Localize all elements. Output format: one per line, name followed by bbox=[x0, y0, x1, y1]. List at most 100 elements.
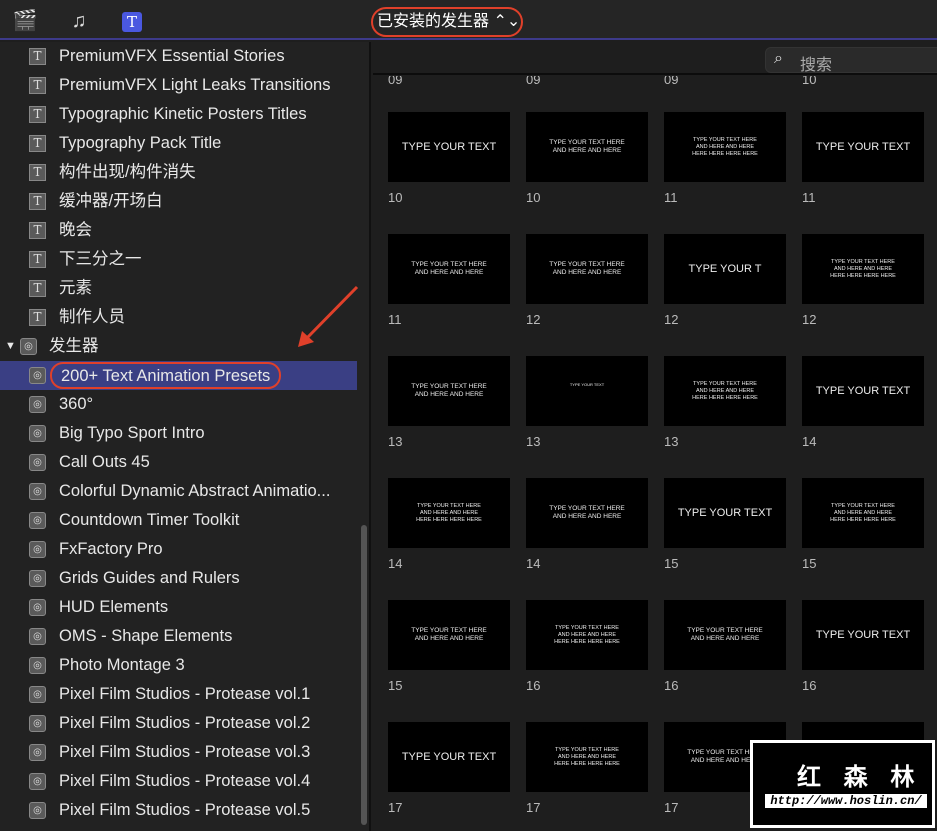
thumbnail-label: 17 bbox=[664, 800, 679, 815]
sidebar-item[interactable]: ◎ Big Typo Sport Intro bbox=[0, 419, 357, 448]
title-icon: T bbox=[29, 135, 46, 152]
sidebar-item-label: Pixel Film Studios - Protease vol.1 bbox=[59, 685, 311, 703]
sidebar-scrollbar[interactable] bbox=[361, 525, 367, 825]
thumbnail-label: 17 bbox=[388, 800, 403, 815]
generator-thumbnail[interactable]: TYPE YOUR TEXT bbox=[526, 356, 648, 426]
generators-dropdown[interactable]: 已安装的发生器 ⌃⌄ bbox=[371, 7, 523, 37]
sidebar-item[interactable]: ◎ Grids Guides and Rulers bbox=[0, 564, 357, 593]
sidebar-item-label: Colorful Dynamic Abstract Animatio... bbox=[59, 482, 331, 500]
sidebar-item[interactable]: ▼ ◎ 发生器 bbox=[0, 332, 357, 361]
sidebar-item[interactable]: T 构件出现/构件消失 bbox=[0, 158, 357, 187]
generator-thumbnail[interactable]: TYPE YOUR TEXT bbox=[664, 478, 786, 548]
sidebar-item-label: 构件出现/构件消失 bbox=[59, 163, 196, 181]
sidebar-item[interactable]: T 晚会 bbox=[0, 216, 357, 245]
generator-thumbnail[interactable]: TYPE YOUR TEXT HERE AND HERE AND HERE HE… bbox=[526, 722, 648, 792]
disclosure-triangle-icon[interactable]: ▼ bbox=[5, 332, 16, 361]
sidebar-item[interactable]: ◎ Pixel Film Studios - Protease vol.1 bbox=[0, 680, 357, 709]
sidebar: T PremiumVFX Essential Stories T PremiumVFX… bbox=[0, 42, 371, 831]
sidebar-item-label: 缓冲器/开场白 bbox=[59, 192, 163, 210]
generator-thumbnail[interactable]: TYPE YOUR TEXT HERE AND HERE AND HERE bbox=[388, 600, 510, 670]
thumbnail-label: 11 bbox=[388, 312, 402, 327]
generator-thumbnail[interactable]: TYPE YOUR TEXT bbox=[802, 356, 924, 426]
generator-thumbnail[interactable]: TYPE YOUR TEXT HERE AND HERE AND HERE bbox=[526, 112, 648, 182]
sidebar-item[interactable]: ◎ OMS - Shape Elements bbox=[0, 622, 357, 651]
sidebar-item-label: Grids Guides and Rulers bbox=[59, 569, 240, 587]
generator-thumbnail[interactable]: TYPE YOUR TEXT HERE AND HERE AND HERE bbox=[388, 234, 510, 304]
generator-thumbnail[interactable]: TYPE YOUR TEXT HERE AND HERE AND HERE HE… bbox=[664, 356, 786, 426]
generator-icon: ◎ bbox=[29, 715, 46, 732]
generator-icon: ◎ bbox=[29, 483, 46, 500]
title-icon: T bbox=[29, 193, 46, 210]
sidebar-item[interactable]: ◎ Pixel Film Studios - Protease vol.3 bbox=[0, 738, 357, 767]
generator-thumbnail[interactable]: TYPE YOUR TEXT HERE AND HERE AND HERE HE… bbox=[664, 112, 786, 182]
title-icon: T bbox=[29, 77, 46, 94]
sidebar-item[interactable]: ◎ FxFactory Pro bbox=[0, 535, 357, 564]
search-bar: ⌕ 搜索 bbox=[373, 42, 937, 75]
clapper-star-icon[interactable]: 🎬 bbox=[12, 9, 38, 33]
music-photo-icon[interactable]: ♫ bbox=[66, 9, 92, 33]
generator-icon: ◎ bbox=[20, 338, 37, 355]
generator-thumbnail[interactable]: TYPE YOUR T bbox=[664, 234, 786, 304]
sidebar-item[interactable]: ◎ Call Outs 45 bbox=[0, 448, 357, 477]
sidebar-item[interactable]: T Typography Pack Title bbox=[0, 129, 357, 158]
sidebar-item-label: 下三分之一 bbox=[59, 250, 142, 268]
thumbnail-label: 10 bbox=[526, 190, 541, 205]
generator-browser: ⌕ 搜索 09 09 09 10 TYPE YOUR TEXT 10 TYPE YO… bbox=[373, 42, 937, 831]
sidebar-item-label: Big Typo Sport Intro bbox=[59, 424, 205, 442]
sidebar-item[interactable]: ◎ Pixel Film Studios - Protease vol.5 bbox=[0, 796, 357, 825]
thumbnail-label: 14 bbox=[802, 434, 817, 449]
generator-thumbnail[interactable]: TYPE YOUR TEXT HERE AND HERE AND HERE HE… bbox=[388, 478, 510, 548]
thumbnail-label: 14 bbox=[388, 556, 403, 571]
generator-thumbnail[interactable]: TYPE YOUR TEXT bbox=[802, 112, 924, 182]
search-input[interactable]: ⌕ 搜索 bbox=[765, 47, 937, 74]
thumbnail-label: 14 bbox=[526, 556, 541, 571]
thumbnail-label: 11 bbox=[664, 190, 678, 205]
thumbnail-label: 15 bbox=[802, 556, 817, 571]
sidebar-item[interactable]: T 缓冲器/开场白 bbox=[0, 187, 357, 216]
generator-thumbnail[interactable]: TYPE YOUR TEXT bbox=[388, 722, 510, 792]
sidebar-item[interactable]: ◎ HUD Elements bbox=[0, 593, 357, 622]
top-toolbar: 🎬 ♫ T 已安装的发生器 ⌃⌄ bbox=[0, 0, 937, 40]
sidebar-item[interactable]: T 制作人员 bbox=[0, 303, 357, 332]
sidebar-item-label: 200+ Text Animation Presets bbox=[50, 362, 282, 389]
sidebar-item[interactable]: T Typographic Kinetic Posters Titles bbox=[0, 100, 357, 129]
sidebar-item[interactable]: T PremiumVFX Light Leaks Transitions bbox=[0, 71, 357, 100]
sidebar-item[interactable]: ◎ Pixel Film Studios - Protease vol.4 bbox=[0, 767, 357, 796]
generator-icon: ◎ bbox=[29, 396, 46, 413]
sidebar-item[interactable]: T PremiumVFX Essential Stories bbox=[0, 42, 357, 71]
title-icon: T bbox=[29, 309, 46, 326]
generator-thumbnail[interactable]: TYPE YOUR TEXT HERE AND HERE AND HERE HE… bbox=[802, 478, 924, 548]
sidebar-item-label: FxFactory Pro bbox=[59, 540, 163, 558]
generator-icon: ◎ bbox=[29, 425, 46, 442]
sidebar-item[interactable]: ◎ Photo Montage 3 bbox=[0, 651, 357, 680]
sidebar-item-label: Countdown Timer Toolkit bbox=[59, 511, 240, 529]
generator-thumbnail[interactable]: TYPE YOUR TEXT bbox=[388, 112, 510, 182]
generator-thumbnail[interactable]: TYPE YOUR TEXT HERE AND HERE AND HERE HE… bbox=[802, 234, 924, 304]
sidebar-item[interactable]: T 元素 bbox=[0, 274, 357, 303]
sidebar-item[interactable]: ◎ Colorful Dynamic Abstract Animatio... bbox=[0, 477, 357, 506]
sidebar-item[interactable]: ◎ Countdown Timer Toolkit bbox=[0, 506, 357, 535]
sidebar-item[interactable]: ◎ Pixel Film Studios - Protease vol.2 bbox=[0, 709, 357, 738]
sidebar-item-label: Call Outs 45 bbox=[59, 453, 150, 471]
thumbnail-label: 16 bbox=[664, 678, 679, 693]
generator-thumbnail[interactable]: TYPE YOUR TEXT HERE AND HERE AND HERE bbox=[526, 478, 648, 548]
title-icon: T bbox=[29, 251, 46, 268]
generator-thumbnail[interactable]: TYPE YOUR TEXT HERE AND HERE AND HERE HE… bbox=[526, 600, 648, 670]
generator-thumbnail[interactable]: TYPE YOUR TEXT HERE AND HERE AND HERE bbox=[526, 234, 648, 304]
generator-icon: ◎ bbox=[29, 512, 46, 529]
generator-thumbnail[interactable]: TYPE YOUR TEXT HERE AND HERE AND HERE bbox=[664, 600, 786, 670]
generator-thumbnail[interactable]: TYPE YOUR TEXT bbox=[802, 600, 924, 670]
thumbnail-label: 13 bbox=[388, 434, 403, 449]
search-icon: ⌕ bbox=[774, 50, 783, 67]
generator-thumbnail[interactable]: TYPE YOUR TEXT HERE AND HERE AND HERE bbox=[388, 356, 510, 426]
thumbnail-label: 12 bbox=[802, 312, 817, 327]
title-icon: T bbox=[29, 222, 46, 239]
sidebar-item-label: Photo Montage 3 bbox=[59, 656, 185, 674]
sidebar-item[interactable]: ◎ 200+ Text Animation Presets bbox=[0, 361, 357, 390]
thumbnail-label: 12 bbox=[526, 312, 541, 327]
thumbnail-label: 10 bbox=[388, 190, 403, 205]
sidebar-item[interactable]: ◎ 360° bbox=[0, 390, 357, 419]
sidebar-item-label: 晚会 bbox=[59, 221, 92, 239]
titles-generators-icon[interactable]: T bbox=[122, 12, 142, 32]
sidebar-item[interactable]: T 下三分之一 bbox=[0, 245, 357, 274]
